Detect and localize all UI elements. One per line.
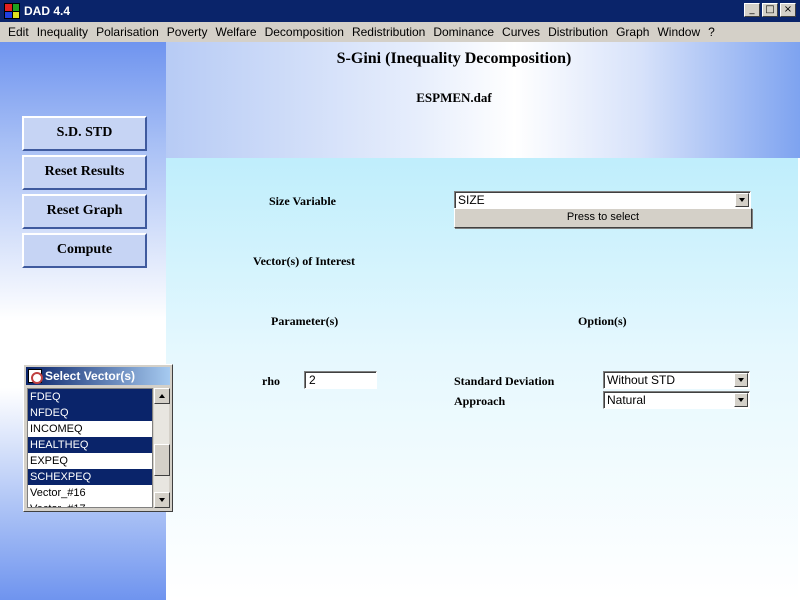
- vector-list-item[interactable]: Vector_#16: [28, 485, 152, 501]
- approach-value: Natural: [607, 393, 646, 407]
- size-variable-select[interactable]: SIZE: [454, 191, 751, 209]
- vector-list-scrollbar[interactable]: [153, 388, 170, 508]
- approach-label: Approach: [454, 394, 506, 408]
- maximize-button[interactable]: □: [762, 3, 778, 17]
- chevron-down-icon[interactable]: [734, 373, 748, 387]
- rho-input[interactable]: 2: [304, 371, 377, 389]
- vector-list: FDEQ NFDEQ INCOMEQ HEALTHEQ EXPEQ SCHEXPEQ Vec…: [27, 388, 153, 508]
- vectors-label: Vector(s) of Interest: [253, 254, 355, 268]
- vector-list-item[interactable]: EXPEQ: [28, 453, 152, 469]
- compute-button[interactable]: Compute: [22, 233, 147, 268]
- vector-list-item[interactable]: INCOMEQ: [28, 421, 152, 437]
- menu-window[interactable]: Window: [653, 25, 704, 39]
- rho-label: rho: [262, 374, 280, 388]
- menu-help[interactable]: ?: [704, 25, 719, 39]
- chevron-down-icon[interactable]: [734, 393, 748, 407]
- close-button[interactable]: ×: [780, 3, 796, 17]
- minimize-button[interactable]: _: [744, 3, 760, 17]
- select-vectors-title-bar[interactable]: Select Vector(s): [26, 367, 170, 385]
- approach-select[interactable]: Natural: [603, 391, 750, 409]
- file-name: ESPMEN.daf: [416, 90, 492, 105]
- std-label: Standard Deviation: [454, 374, 555, 388]
- app-icon: [4, 3, 20, 19]
- std-select[interactable]: Without STD: [603, 371, 750, 389]
- page-title: S-Gini (Inequality Decomposition): [336, 50, 572, 67]
- scroll-thumb[interactable]: [154, 444, 170, 476]
- title-bar: DAD 4.4 _ □ ×: [0, 0, 800, 22]
- select-vectors-window: Select Vector(s) FDEQ NFDEQ INCOMEQ HEALTHE…: [23, 364, 173, 512]
- vector-list-item[interactable]: HEALTHEQ: [28, 437, 152, 453]
- options-label: Option(s): [578, 314, 627, 328]
- menu-decomposition[interactable]: Decomposition: [261, 25, 348, 39]
- vector-list-item[interactable]: NFDEQ: [28, 405, 152, 421]
- std-value: Without STD: [607, 373, 676, 387]
- menu-curves[interactable]: Curves: [498, 25, 544, 39]
- size-variable-value: SIZE: [458, 193, 485, 207]
- menu-inequality[interactable]: Inequality: [33, 25, 92, 39]
- vector-list-item[interactable]: Vector_#17: [28, 501, 152, 507]
- sd-std-button[interactable]: S.D. STD: [22, 116, 147, 151]
- select-vectors-title: Select Vector(s): [45, 369, 136, 383]
- menu-bar: Edit Inequality Polarisation Poverty Wel…: [0, 22, 800, 42]
- menu-distribution[interactable]: Distribution: [544, 25, 612, 39]
- size-variable-label: Size Variable: [269, 194, 337, 208]
- parameters-label: Parameter(s): [271, 314, 339, 328]
- window-title: DAD 4.4: [24, 4, 71, 18]
- menu-poverty[interactable]: Poverty: [163, 25, 212, 39]
- reset-results-button[interactable]: Reset Results: [22, 155, 147, 190]
- window-icon: [28, 369, 43, 384]
- menu-polarisation[interactable]: Polarisation: [92, 25, 163, 39]
- scroll-down-icon[interactable]: [154, 492, 170, 508]
- menu-welfare[interactable]: Welfare: [211, 25, 260, 39]
- menu-dominance[interactable]: Dominance: [429, 25, 498, 39]
- vector-list-item[interactable]: SCHEXPEQ: [28, 469, 152, 485]
- chevron-down-icon[interactable]: [735, 193, 749, 207]
- vector-list-item[interactable]: FDEQ: [28, 389, 152, 405]
- scroll-up-icon[interactable]: [154, 388, 170, 404]
- select-vectors-button[interactable]: Press to select: [454, 208, 752, 228]
- menu-redistribution[interactable]: Redistribution: [348, 25, 429, 39]
- menu-edit[interactable]: Edit: [4, 25, 33, 39]
- menu-graph[interactable]: Graph: [612, 25, 653, 39]
- reset-graph-button[interactable]: Reset Graph: [22, 194, 147, 229]
